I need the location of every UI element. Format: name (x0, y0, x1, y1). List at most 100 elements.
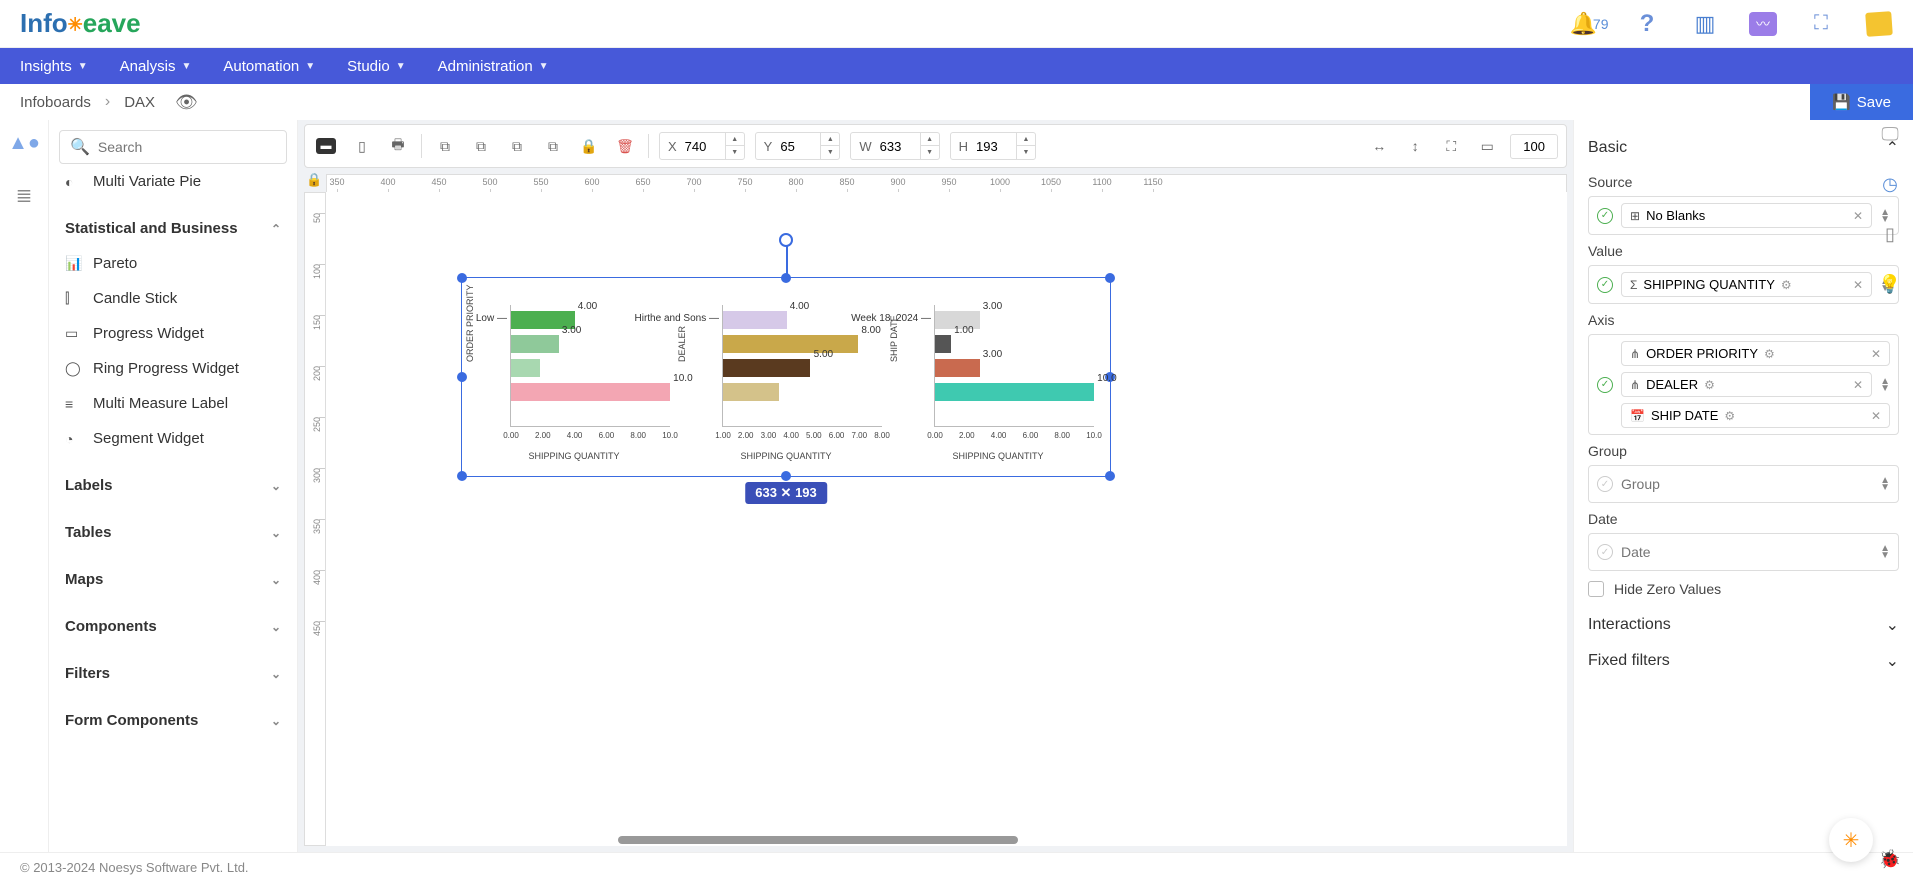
category-form-components[interactable]: Form Components⌄ (59, 703, 287, 738)
item-candle-stick[interactable]: ⫿Candle Stick (59, 281, 287, 316)
category-statistical[interactable]: Statistical and Business⌃ (59, 211, 287, 246)
group-selector[interactable]: ▲▼ (1880, 477, 1890, 491)
item-segment-widget[interactable]: ◔Segment Widget (59, 421, 287, 456)
paste-button[interactable]: ⧉ (468, 133, 494, 159)
preview-button[interactable]: 👁 (175, 92, 198, 113)
h-up[interactable]: ▲ (1017, 133, 1035, 146)
nav-analysis[interactable]: Analysis▼ (120, 58, 192, 75)
copy-button[interactable]: ⧉ (432, 133, 458, 159)
item-progress-widget[interactable]: ▭Progress Widget (59, 316, 287, 351)
x-up[interactable]: ▲ (726, 133, 744, 146)
horizontal-scrollbar[interactable] (618, 836, 1018, 844)
library-button[interactable]: ▥ (1691, 10, 1719, 38)
rail-style-button[interactable]: 🖵 (1876, 120, 1904, 148)
search-box[interactable]: 🔍 (59, 130, 287, 164)
fullscreen-button[interactable]: ⛶ (1807, 10, 1835, 38)
cut-button[interactable]: ⧉ (504, 133, 530, 159)
nav-automation[interactable]: Automation▼ (223, 58, 315, 75)
y-up[interactable]: ▲ (821, 133, 839, 146)
nav-insights[interactable]: Insights▼ (20, 58, 88, 75)
date-selector[interactable]: ▲▼ (1880, 545, 1890, 559)
section-basic[interactable]: Basic⌃ (1588, 130, 1899, 166)
duplicate-button[interactable]: ⧉ (540, 133, 566, 159)
category-filters[interactable]: Filters⌄ (59, 656, 287, 691)
remove-axis2[interactable]: ✕ (1853, 378, 1863, 392)
category-maps[interactable]: Maps⌄ (59, 562, 287, 597)
handle-br[interactable] (1105, 471, 1115, 481)
x-input[interactable] (685, 139, 725, 154)
align-v-button[interactable]: ↕ (1402, 133, 1428, 159)
hide-zero-checkbox[interactable] (1588, 581, 1604, 597)
value-settings[interactable]: ⚙ (1781, 278, 1792, 292)
hide-zero-row[interactable]: Hide Zero Values (1588, 581, 1899, 597)
print-button[interactable]: 🖶 (385, 133, 411, 159)
search-input[interactable] (98, 139, 279, 155)
group-input[interactable] (1621, 476, 1872, 492)
x-down[interactable]: ▼ (726, 146, 744, 159)
nav-administration[interactable]: Administration▼ (438, 58, 549, 75)
breadcrumb-root[interactable]: Infoboards (20, 94, 91, 111)
h-input[interactable] (976, 139, 1016, 154)
w-input[interactable] (880, 139, 920, 154)
handle-bc[interactable] (781, 471, 791, 481)
align-h-button[interactable]: ↔ (1366, 133, 1392, 159)
axis-field[interactable]: ⋔ORDER PRIORITY⚙✕ ✓ ⋔DEALER⚙✕ ▲▼ 📅SHIP D… (1588, 334, 1899, 435)
remove-axis3[interactable]: ✕ (1871, 409, 1881, 423)
section-interactions[interactable]: Interactions⌄ (1588, 607, 1899, 643)
category-components[interactable]: Components⌄ (59, 609, 287, 644)
axis-selector[interactable]: ▲▼ (1880, 378, 1890, 392)
nav-studio[interactable]: Studio▼ (347, 58, 405, 75)
selected-widget[interactable]: 633 ✕ 193 ORDER PRIORITYSHIPPING QUANTIT… (461, 277, 1111, 477)
handle-tc[interactable] (781, 273, 791, 283)
w-down[interactable]: ▼ (921, 146, 939, 159)
monitor-button[interactable]: 〰 (1749, 10, 1777, 38)
value-pill[interactable]: ΣSHIPPING QUANTITY⚙✕ (1621, 272, 1872, 297)
axis2-settings[interactable]: ⚙ (1704, 378, 1715, 392)
fit-button[interactable]: ▭ (1474, 133, 1500, 159)
lock-button[interactable]: 🔒 (576, 133, 602, 159)
delete-button[interactable]: 🗑 (612, 133, 638, 159)
axis1-settings[interactable]: ⚙ (1764, 347, 1775, 361)
rail-gauge-button[interactable]: ◷ (1876, 170, 1904, 198)
remove-axis1[interactable]: ✕ (1871, 347, 1881, 361)
debug-button[interactable]: 🐞 (1879, 849, 1901, 870)
display-tablet-button[interactable]: ▯ (349, 133, 375, 159)
handle-tl[interactable] (457, 273, 467, 283)
source-field[interactable]: ✓ ⊞No Blanks✕ ▲▼ (1588, 196, 1899, 235)
handle-ml[interactable] (457, 372, 467, 382)
y-down[interactable]: ▼ (821, 146, 839, 159)
item-multi-measure[interactable]: ≡Multi Measure Label (59, 386, 287, 421)
save-button[interactable]: 💾Save (1810, 84, 1913, 120)
w-up[interactable]: ▲ (921, 133, 939, 146)
remove-value[interactable]: ✕ (1853, 278, 1863, 292)
h-down[interactable]: ▼ (1017, 146, 1035, 159)
date-field[interactable]: ✓ ▲▼ (1588, 533, 1899, 571)
axis-pill-2[interactable]: ⋔DEALER⚙✕ (1621, 372, 1872, 397)
y-input[interactable] (780, 139, 820, 154)
help-button[interactable]: ? (1633, 10, 1661, 38)
rail-toggle-button[interactable]: ▯ (1876, 220, 1904, 248)
handle-bl[interactable] (457, 471, 467, 481)
assist-button[interactable]: ✳ (1829, 818, 1873, 862)
section-fixed-filters[interactable]: Fixed filters⌄ (1588, 643, 1899, 679)
layers-tab[interactable]: ≣ (16, 183, 33, 208)
zoom-value[interactable]: 100 (1510, 134, 1558, 159)
axis-pill-3[interactable]: 📅SHIP DATE⚙✕ (1621, 403, 1890, 428)
group-field[interactable]: ✓ ▲▼ (1588, 465, 1899, 503)
canvas[interactable]: 633 ✕ 193 ORDER PRIORITYSHIPPING QUANTIT… (326, 192, 1567, 846)
value-field[interactable]: ✓ ΣSHIPPING QUANTITY⚙✕ ▲▼ (1588, 265, 1899, 304)
source-pill[interactable]: ⊞No Blanks✕ (1621, 203, 1872, 228)
canvas-lock-icon[interactable]: 🔒 (306, 172, 322, 188)
axis3-settings[interactable]: ⚙ (1724, 409, 1735, 423)
item-ring-progress[interactable]: ◯Ring Progress Widget (59, 351, 287, 386)
logo[interactable]: Info✳eave (20, 8, 141, 39)
remove-source[interactable]: ✕ (1853, 209, 1863, 223)
date-input[interactable] (1621, 544, 1872, 560)
expand-button[interactable]: ⛶ (1438, 133, 1464, 159)
notifications-button[interactable]: 🔔79 (1575, 10, 1603, 38)
item-pareto[interactable]: 📊Pareto (59, 246, 287, 281)
category-labels[interactable]: Labels⌄ (59, 468, 287, 503)
notes-button[interactable] (1865, 10, 1893, 38)
item-multi-variate-pie[interactable]: ◐Multi Variate Pie (59, 164, 287, 199)
shapes-tab[interactable]: ▲● (8, 132, 40, 155)
